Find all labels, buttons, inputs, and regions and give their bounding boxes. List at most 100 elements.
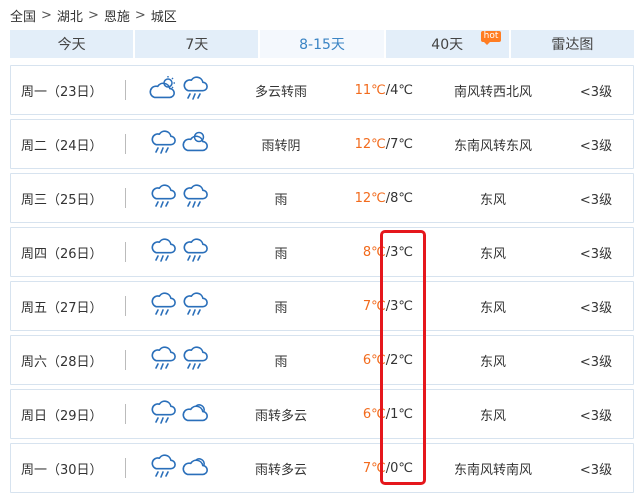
wind-level: <3级 bbox=[579, 354, 613, 370]
divider bbox=[125, 80, 126, 100]
weather-icons bbox=[149, 336, 213, 384]
low-temp: 0℃ bbox=[390, 460, 413, 476]
wind-direction: 南风转西北风 bbox=[453, 84, 532, 100]
breadcrumb-item: 城区 bbox=[150, 9, 177, 25]
weather-icons bbox=[149, 282, 213, 330]
high-temp: 8℃ bbox=[362, 244, 386, 260]
day-label: 周二（24日） bbox=[21, 138, 103, 154]
divider bbox=[125, 134, 126, 154]
rain-icon bbox=[181, 183, 209, 213]
day-label: 周一（23日） bbox=[21, 84, 103, 100]
forecast-row: 周四（26日） 雨 8℃/3℃ 东风 <3级 bbox=[10, 227, 634, 277]
forecast-list: 周一（23日） 多云转雨 11℃/4℃ 南风转西北风 <3级 周二（24日） 雨… bbox=[10, 65, 634, 493]
day-label: 周三（25日） bbox=[21, 192, 103, 208]
wind-direction: 东南风转东风 bbox=[453, 138, 532, 154]
day-label: 周四（26日） bbox=[21, 246, 103, 262]
high-temp: 6℃ bbox=[362, 352, 386, 368]
low-temp: 2℃ bbox=[390, 352, 413, 368]
temperature: 6℃/1℃ bbox=[339, 390, 417, 438]
tab-7天[interactable]: 7天 bbox=[135, 30, 259, 58]
divider bbox=[125, 242, 126, 262]
rain-icon bbox=[149, 129, 177, 159]
tab-label: 7天 bbox=[185, 37, 209, 53]
divider bbox=[125, 296, 126, 316]
rain-icon bbox=[181, 345, 209, 375]
rain-icon bbox=[181, 75, 209, 105]
temperature: 6℃/2℃ bbox=[339, 336, 417, 384]
forecast-row: 周一（30日） 雨转多云 7℃/0℃ 东南风转南风 <3级 bbox=[10, 443, 634, 493]
forecast-row: 周一（23日） 多云转雨 11℃/4℃ 南风转西北风 <3级 bbox=[10, 65, 634, 115]
high-temp: 11℃ bbox=[354, 82, 386, 98]
low-temp: 3℃ bbox=[390, 298, 413, 314]
day-label: 周一（30日） bbox=[21, 462, 103, 478]
low-temp: 3℃ bbox=[390, 244, 413, 260]
forecast-row: 周三（25日） 雨 12℃/8℃ 东风 <3级 bbox=[10, 173, 634, 223]
temperature: 12℃/8℃ bbox=[339, 174, 417, 222]
tab-label: 雷达图 bbox=[551, 37, 594, 53]
wind-direction: 东风 bbox=[479, 408, 506, 424]
tab-40天[interactable]: 40天 hot bbox=[385, 30, 509, 58]
hot-badge: hot bbox=[480, 31, 502, 45]
weather-icons bbox=[149, 228, 213, 276]
partly-cloudy-icon bbox=[181, 453, 209, 483]
divider bbox=[125, 404, 126, 424]
rain-icon bbox=[181, 237, 209, 267]
wind-level: <3级 bbox=[579, 138, 613, 154]
forecast-row: 周日（29日） 雨转多云 6℃/1℃ 东风 <3级 bbox=[10, 389, 634, 439]
weather-condition: 雨转多云 bbox=[254, 462, 307, 478]
temperature: 7℃/3℃ bbox=[339, 282, 417, 330]
tab-今天[interactable]: 今天 bbox=[10, 30, 134, 58]
divider bbox=[125, 350, 126, 370]
forecast-tabs: 今天 7天 8-15天 40天 hot 雷达图 bbox=[10, 30, 635, 58]
breadcrumb-item[interactable]: 恩施 bbox=[104, 6, 130, 25]
tab-label: 今天 bbox=[57, 37, 86, 53]
breadcrumb-separator: > bbox=[87, 7, 99, 23]
weather-condition: 雨 bbox=[274, 354, 288, 370]
day-label: 周六（28日） bbox=[21, 354, 103, 370]
weather-icons bbox=[149, 66, 213, 114]
wind-level: <3级 bbox=[579, 408, 613, 424]
low-temp: 1℃ bbox=[390, 406, 413, 422]
wind-level: <3级 bbox=[579, 462, 613, 478]
low-temp: 8℃ bbox=[390, 190, 413, 206]
high-temp: 7℃ bbox=[362, 460, 386, 476]
breadcrumb-separator: > bbox=[134, 7, 146, 23]
rain-icon bbox=[149, 237, 177, 267]
weather-condition: 雨 bbox=[274, 300, 288, 316]
weather-icons bbox=[149, 390, 213, 438]
wind-direction: 东风 bbox=[479, 192, 506, 208]
high-temp: 12℃ bbox=[354, 190, 386, 206]
wind-direction: 东风 bbox=[479, 246, 506, 262]
wind-level: <3级 bbox=[579, 192, 613, 208]
low-temp: 4℃ bbox=[390, 82, 413, 98]
weather-icons bbox=[149, 120, 213, 168]
breadcrumb-item[interactable]: 全国 bbox=[10, 6, 36, 25]
tab-label: 40天 bbox=[431, 37, 464, 53]
weather-condition: 雨 bbox=[274, 246, 288, 262]
wind-level: <3级 bbox=[579, 246, 613, 262]
wind-direction: 东风 bbox=[479, 354, 506, 370]
high-temp: 12℃ bbox=[354, 136, 386, 152]
tab-雷达图[interactable]: 雷达图 bbox=[510, 30, 635, 58]
rain-icon bbox=[181, 291, 209, 321]
partly-cloudy-icon bbox=[181, 399, 209, 429]
rain-icon bbox=[149, 291, 177, 321]
temperature: 7℃/0℃ bbox=[339, 444, 417, 492]
divider bbox=[125, 188, 126, 208]
rain-icon bbox=[149, 453, 177, 483]
low-temp: 7℃ bbox=[390, 136, 413, 152]
weather-condition: 雨转多云 bbox=[254, 408, 307, 424]
weather-icons bbox=[149, 174, 213, 222]
forecast-row: 周五（27日） 雨 7℃/3℃ 东风 <3级 bbox=[10, 281, 634, 331]
partly-cloudy-sun-icon bbox=[149, 75, 177, 105]
day-label: 周日（29日） bbox=[21, 408, 103, 424]
rain-icon bbox=[149, 399, 177, 429]
breadcrumb-item[interactable]: 湖北 bbox=[57, 6, 83, 25]
breadcrumb: 全国 > 湖北 > 恩施 > 城区 bbox=[10, 6, 177, 25]
day-label: 周五（27日） bbox=[21, 300, 103, 316]
rain-icon bbox=[149, 183, 177, 213]
tab-8-15天[interactable]: 8-15天 bbox=[260, 30, 384, 58]
high-temp: 7℃ bbox=[362, 298, 386, 314]
high-temp: 6℃ bbox=[362, 406, 386, 422]
breadcrumb-separator: > bbox=[41, 7, 52, 23]
